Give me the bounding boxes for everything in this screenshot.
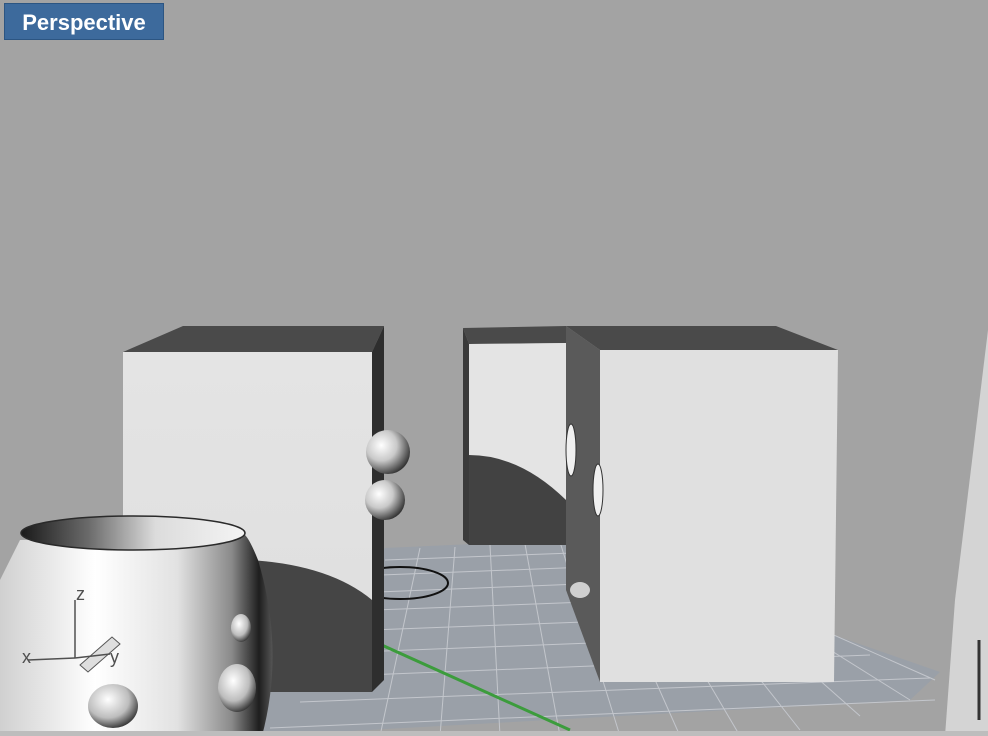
viewport-bottom-border bbox=[0, 731, 988, 736]
edge-object[interactable] bbox=[945, 330, 988, 736]
box-back[interactable] bbox=[463, 326, 566, 545]
sphere-lower[interactable] bbox=[365, 480, 405, 520]
viewport-title-tab[interactable]: Perspective bbox=[4, 3, 164, 40]
perspective-viewport[interactable]: z x y Perspective bbox=[0, 0, 988, 736]
sphere-upper[interactable] bbox=[366, 430, 410, 474]
z-axis-label: z bbox=[76, 584, 85, 604]
scene-canvas[interactable]: z x y bbox=[0, 0, 988, 736]
y-axis-label: y bbox=[110, 647, 119, 667]
vase-object[interactable] bbox=[0, 515, 273, 736]
x-axis-label: x bbox=[22, 647, 31, 667]
box-right[interactable] bbox=[565, 326, 838, 682]
